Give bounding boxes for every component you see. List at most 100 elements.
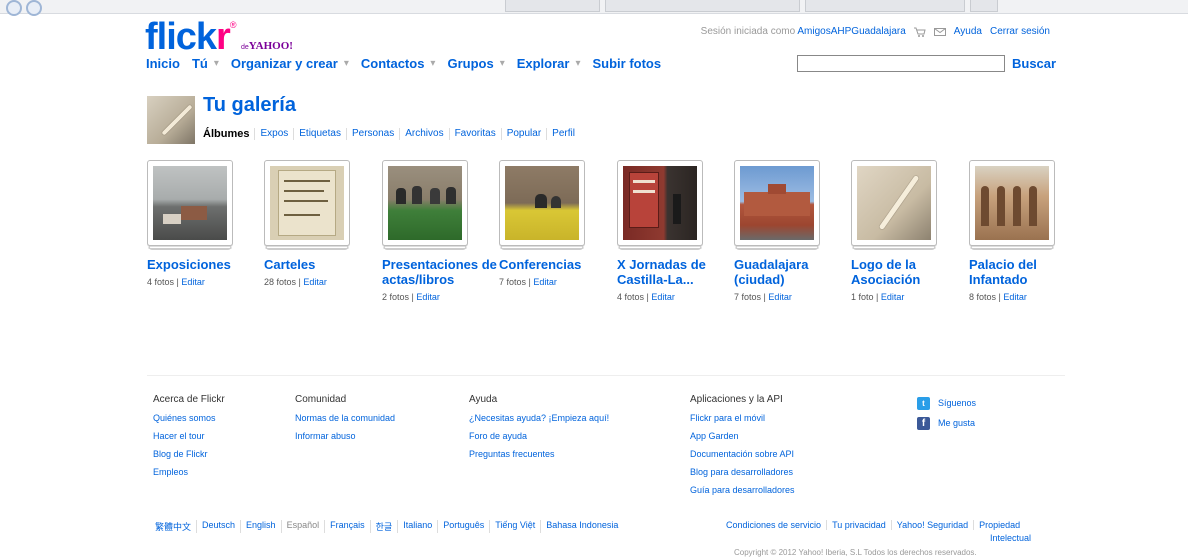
edit-link[interactable]: Editar [1003,292,1027,302]
language-current: Español [280,520,325,533]
flickr-logo[interactable]: flickr® deYAHOO! [145,18,325,56]
search-input[interactable] [797,55,1005,72]
edit-link[interactable]: Editar [181,277,205,287]
signed-in-label: Sesión iniciada como AmigosAHPGuadalajar… [700,26,906,37]
legal-link[interactable]: Tu privacidad [826,520,891,530]
username-link[interactable]: AmigosAHPGuadalajara [797,26,905,37]
cart-icon[interactable] [913,27,926,37]
tab-perfil[interactable]: Perfil [546,128,580,140]
language-link[interactable]: Português [437,520,489,533]
album-cover[interactable] [851,160,937,246]
album-title[interactable]: Palacio del Infantado [969,257,1089,287]
nav-subir-fotos[interactable]: Subir fotos [593,56,662,71]
album-title[interactable]: X Jornadas de Castilla-La... [617,257,737,287]
language-link[interactable]: English [240,520,281,533]
footer-link[interactable]: Quiénes somos [153,409,225,427]
album-title[interactable]: Presentaciones de actas/libros [382,257,502,287]
language-link[interactable]: Bahasa Indonesia [540,520,623,533]
footer-link[interactable]: Blog para desarrolladores [690,463,795,481]
edit-link[interactable]: Editar [533,277,557,287]
language-link[interactable]: Français [324,520,370,533]
page-title: Tu galería [203,94,296,116]
album-title[interactable]: Guadalajara (ciudad) [734,257,854,287]
logout-link[interactable]: Cerrar sesión [990,26,1050,37]
legal-link[interactable]: Propiedad [973,520,1025,530]
main-nav: Inicio Tú ▾ Organizar y crear ▾ Contactos ▾… [146,56,673,71]
footer-link[interactable]: Documentación sobre API [690,445,795,463]
nav-organizar[interactable]: Organizar y crear ▾ [231,56,349,71]
chevron-down-icon: ▾ [499,58,505,69]
legal-link[interactable]: Yahoo! Seguridad [890,520,973,530]
edit-link[interactable]: Editar [881,292,905,302]
footer-link[interactable]: Preguntas frecuentes [469,445,609,463]
avatar[interactable] [147,96,195,144]
footer-link[interactable]: Empleos [153,463,225,481]
legal-link-wrap[interactable]: Intelectual [990,533,1031,543]
edit-link[interactable]: Editar [416,292,440,302]
album-cover[interactable] [382,160,468,246]
album-cover[interactable] [617,160,703,246]
twitter-link[interactable]: t Síguenos [917,393,976,413]
footer-link[interactable]: Foro de ayuda [469,427,609,445]
tab-favoritas[interactable]: Favoritas [448,128,501,140]
album-cover[interactable] [969,160,1055,246]
footer-link[interactable]: App Garden [690,427,795,445]
album-cover[interactable] [499,160,585,246]
chevron-down-icon: ▾ [430,58,436,69]
footer-link[interactable]: Hacer el tour [153,427,225,445]
tab-personas[interactable]: Personas [345,128,399,140]
logo-de: de [240,44,249,51]
edit-link[interactable]: Editar [303,277,327,287]
language-link[interactable]: Italiano [397,520,437,533]
footer-link[interactable]: Guía para desarrolladores [690,481,795,499]
tab-expos[interactable]: Expos [254,128,293,140]
footer-col-community: Comunidad Normas de la comunidad Informa… [295,391,395,445]
search-button[interactable]: Buscar [1012,56,1056,71]
nav-tu[interactable]: Tú ▾ [192,56,219,71]
nav-explorar[interactable]: Explorar ▾ [517,56,581,71]
browser-back-icon[interactable] [6,0,22,16]
browser-tab[interactable] [970,0,998,12]
language-link[interactable]: Tiếng Việt [489,520,540,533]
footer-link[interactable]: Flickr para el móvil [690,409,795,427]
mail-icon[interactable] [933,27,946,37]
album-meta: 2 fotos | Editar [382,292,440,302]
facebook-link[interactable]: f Me gusta [917,413,976,433]
album-cover[interactable] [147,160,233,246]
language-link[interactable]: Deutsch [196,520,240,533]
album-title[interactable]: Conferencias [499,257,619,272]
album-title[interactable]: Carteles [264,257,384,272]
footer-link[interactable]: ¿Necesitas ayuda? ¡Empieza aquí! [469,409,609,427]
footer-link[interactable]: Informar abuso [295,427,395,445]
edit-link[interactable]: Editar [651,292,675,302]
tab-archivos[interactable]: Archivos [399,128,448,140]
help-link[interactable]: Ayuda [954,26,982,37]
facebook-icon: f [917,416,930,430]
nav-contactos[interactable]: Contactos ▾ [361,56,436,71]
footer-heading: Comunidad [295,394,347,405]
language-link[interactable]: 한글 [369,520,398,533]
browser-tab[interactable] [805,0,965,12]
legal-link[interactable]: Condiciones de servicio [726,520,826,530]
copyright: Copyright © 2012 Yahoo! Iberia, S.L Todo… [734,548,977,557]
album-title[interactable]: Logo de la Asociación [851,257,971,287]
tab-albumes[interactable]: Álbumes [203,128,254,140]
browser-tab[interactable] [505,0,600,12]
user-bar: Sesión iniciada como AmigosAHPGuadalajar… [701,26,1050,37]
browser-forward-icon[interactable] [26,0,42,16]
browser-tab[interactable] [605,0,800,12]
nav-grupos[interactable]: Grupos ▾ [447,56,504,71]
nav-inicio[interactable]: Inicio [146,56,180,71]
footer-link[interactable]: Normas de la comunidad [295,409,395,427]
language-link[interactable]: 繁體中文 [155,520,196,533]
footer-col-apps: Aplicaciones y la API Flickr para el móv… [690,391,795,499]
album-cover[interactable] [734,160,820,246]
album-title[interactable]: Exposiciones [147,257,267,272]
tab-etiquetas[interactable]: Etiquetas [293,128,346,140]
tab-popular[interactable]: Popular [500,128,546,140]
social-links: t Síguenos f Me gusta [917,393,976,433]
album-cover[interactable] [264,160,350,246]
footer-link[interactable]: Blog de Flickr [153,445,225,463]
footer-heading: Aplicaciones y la API [690,394,783,405]
edit-link[interactable]: Editar [768,292,792,302]
